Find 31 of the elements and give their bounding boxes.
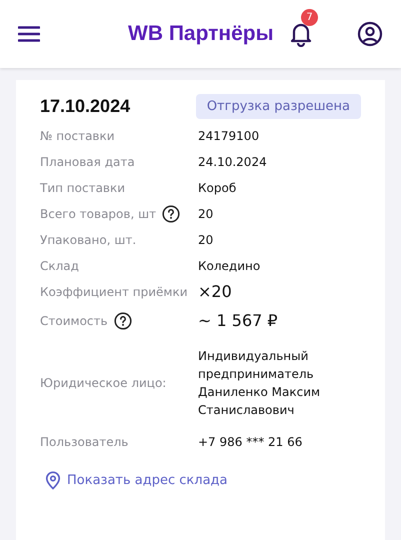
notification-badge: 7 (301, 9, 318, 26)
field-value: ~ 1 567 ₽ (198, 312, 279, 330)
field-value: 20 (198, 232, 214, 249)
show-address-link[interactable]: Показать адрес склада (45, 471, 228, 490)
menu-icon[interactable] (18, 26, 40, 42)
field-label: Упаковано, шт. (40, 233, 136, 247)
field-value: 24.10.2024 (198, 154, 268, 171)
field-label: № поставки (40, 129, 115, 143)
field-value: +7 986 *** 21 66 (198, 434, 304, 451)
field-label: Коэффициент приёмки (40, 285, 188, 299)
field-value: Индивидуальный предприниматель Даниленко Максим Станиславович (198, 348, 322, 419)
field-value: 24179100 (198, 128, 260, 145)
location-pin-icon (45, 471, 61, 490)
status-badge: Отгрузка разрешена (196, 94, 361, 119)
field-value: 20 (198, 206, 214, 223)
field-value: Коледино (198, 258, 262, 275)
field-label: Всего товаров, шт (40, 207, 156, 221)
field-value: Короб (198, 180, 238, 197)
supply-date: 17.10.2024 (40, 96, 130, 117)
field-label: Пользователь (40, 435, 128, 449)
field-label: Плановая дата (40, 155, 135, 169)
field-label: Тип поставки (40, 181, 126, 195)
bell-icon[interactable] (289, 21, 313, 47)
profile-icon[interactable] (357, 21, 383, 47)
field-label: Склад (40, 259, 79, 273)
help-icon[interactable] (114, 312, 132, 330)
help-icon[interactable] (162, 205, 180, 223)
field-value: ×20 (198, 283, 233, 301)
field-label: Юридическое лицо: (40, 376, 166, 390)
field-label: Стоимость (40, 314, 108, 328)
app-title: WB Партнёры (128, 22, 274, 46)
